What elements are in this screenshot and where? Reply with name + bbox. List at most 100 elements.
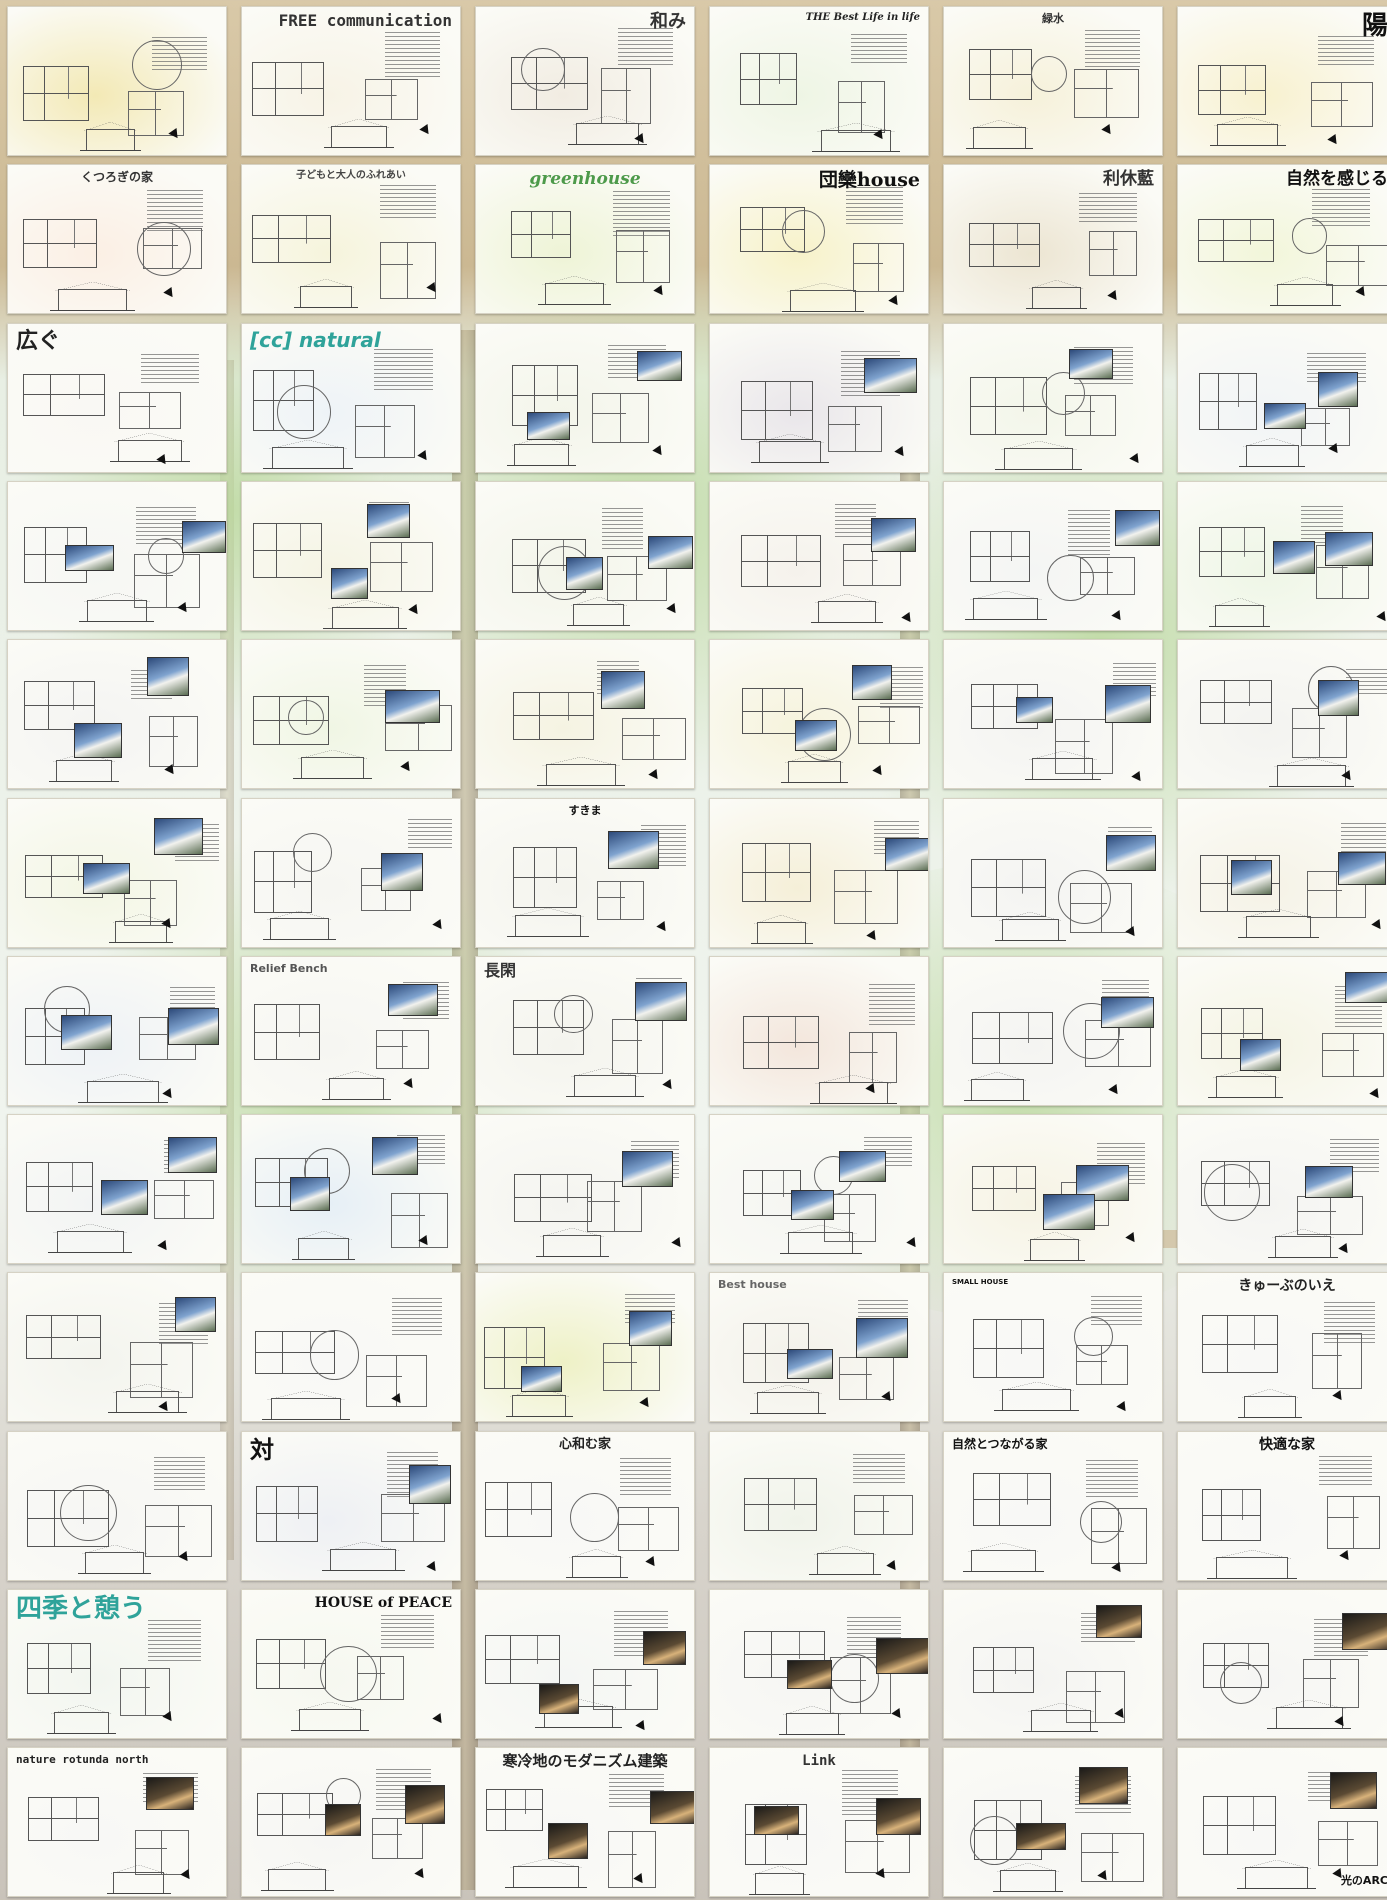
rendering-photo: [168, 1007, 220, 1046]
description-text-block: [1079, 192, 1137, 223]
floor-plan: [1310, 82, 1373, 128]
board-title: すきま: [568, 804, 602, 817]
description-text-block: [385, 32, 440, 78]
floor-plan: [25, 1161, 94, 1212]
elevation-drawing: [1209, 116, 1287, 146]
floor-plan: [1321, 1033, 1385, 1077]
poster-board: 対: [241, 1431, 461, 1581]
floor-plan: [118, 391, 182, 430]
rendering-photo: [1330, 1772, 1377, 1810]
elevation-drawing: [537, 275, 612, 305]
floor-plan: [148, 716, 199, 767]
elevation-drawing: [107, 1864, 171, 1894]
elevation-drawing: [107, 1383, 187, 1413]
elevation-drawing: [507, 436, 576, 466]
elevation-drawing: [748, 1865, 810, 1895]
board-title: 緑水: [1042, 12, 1064, 25]
poster-board: [241, 1747, 461, 1897]
elevation-drawing: [1207, 1549, 1297, 1579]
elevation-drawing: [1208, 1068, 1284, 1098]
board-title: くつろぎの家: [80, 170, 154, 184]
description-text-block: [1324, 1301, 1376, 1344]
floor-plan: [375, 1030, 430, 1070]
elevation-drawing: [750, 914, 813, 944]
board-title: [cc] natural: [250, 328, 381, 352]
rendering-photo: [83, 862, 131, 895]
rendering-photo: [1263, 402, 1307, 429]
poster-board: [475, 1272, 695, 1422]
floor-plan: [616, 229, 670, 283]
elevation-drawing: [1237, 1388, 1303, 1418]
floor-plan: [1198, 373, 1257, 431]
rendering-photo: [539, 1684, 580, 1714]
board-title: 和み: [650, 11, 686, 32]
poster-board: [709, 323, 929, 473]
floor-plan: [1074, 68, 1139, 118]
elevation-drawing: [995, 440, 1082, 470]
elevation-drawing: [77, 1544, 152, 1574]
poster-board: [241, 1272, 461, 1422]
board-title: THE Best Life in life: [805, 12, 920, 23]
poster-board: [7, 956, 227, 1106]
elevation-drawing: [506, 907, 590, 937]
rendering-photo: [753, 1806, 799, 1836]
floor-plan: [256, 1792, 334, 1836]
rendering-photo: [1079, 1767, 1129, 1804]
floor-plan: [1199, 680, 1273, 725]
floor-plan: [355, 405, 415, 459]
poster-board: すきま: [475, 798, 695, 948]
site-plan-circle: [288, 699, 324, 736]
poster-board: くつろぎの家: [7, 164, 227, 314]
rendering-photo: [147, 656, 190, 696]
rendering-photo: [637, 351, 682, 382]
rendering-photo: [795, 720, 837, 752]
rendering-photo: [388, 984, 439, 1017]
board-title: きゅーぶのいえ: [1238, 1278, 1336, 1294]
poster-board: 子どもと大人のふれあい: [241, 164, 461, 314]
elevation-drawing: [567, 596, 631, 626]
rendering-photo: [642, 1631, 686, 1665]
floor-plan: [968, 49, 1032, 101]
floor-plan: [27, 1796, 99, 1841]
floor-plan: [1201, 1314, 1279, 1374]
floor-plan: [252, 215, 332, 263]
elevation-drawing: [1267, 1228, 1338, 1258]
elevation-drawing: [80, 121, 141, 151]
rendering-photo: [601, 670, 646, 710]
floor-plan: [740, 381, 813, 441]
poster-board: [709, 798, 929, 948]
description-text-block: [869, 984, 916, 1026]
poster-board: 陽: [1177, 6, 1387, 156]
description-text-block: [141, 353, 200, 386]
floor-plan: [608, 1831, 657, 1889]
elevation-drawing: [751, 433, 829, 463]
description-text-block: [153, 1456, 205, 1491]
elevation-drawing: [47, 1704, 116, 1734]
floor-plan: [371, 1818, 423, 1860]
elevation-drawing: [1238, 908, 1319, 938]
rendering-photo: [367, 503, 411, 539]
elevation-drawing: [809, 1545, 881, 1575]
description-text-block: [381, 1615, 435, 1651]
floor-plan: [1089, 231, 1138, 277]
rendering-photo: [330, 567, 368, 600]
poster-board: [1177, 481, 1387, 631]
rendering-photo: [1345, 972, 1387, 1004]
rendering-photo: [146, 1777, 194, 1810]
floor-plan: [970, 530, 1031, 583]
board-title: Relief Bench: [250, 962, 328, 975]
elevation-drawing: [322, 1070, 391, 1100]
poster-board: 長閑: [475, 956, 695, 1106]
rendering-photo: [791, 1190, 835, 1221]
poster-board: 和み: [475, 6, 695, 156]
board-title: 団欒house: [818, 169, 920, 191]
rendering-photo: [1101, 996, 1154, 1028]
poster-board: [1177, 798, 1387, 948]
poster-board: [943, 956, 1163, 1106]
site-plan-circle: [131, 40, 182, 91]
rendering-photo: [1105, 835, 1157, 871]
board-title: 寒冷地のモダニズム建築: [502, 1752, 668, 1770]
description-text-block: [612, 191, 670, 237]
poster-board: 緑水: [943, 6, 1163, 156]
elevation-drawing: [1024, 750, 1102, 780]
